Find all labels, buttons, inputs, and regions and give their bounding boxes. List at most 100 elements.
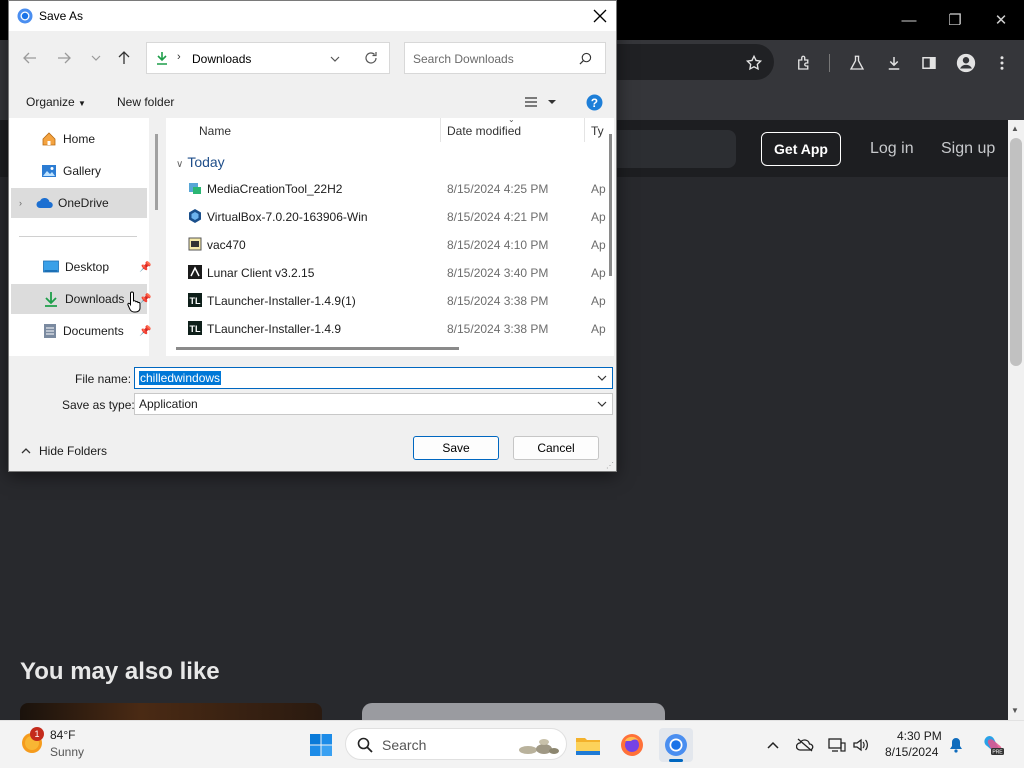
minimize-button[interactable]: — [886, 0, 932, 40]
nav-item-home[interactable]: Home [11, 124, 147, 154]
refresh-icon[interactable] [364, 51, 378, 65]
section-heading: You may also like [20, 658, 220, 685]
nav-item-gallery[interactable]: Gallery [11, 156, 147, 186]
chevron-down-icon[interactable] [330, 54, 340, 64]
chevron-down-icon[interactable] [596, 398, 608, 410]
breadcrumb-separator-icon: › [177, 51, 181, 63]
menu-icon[interactable] [988, 49, 1016, 77]
get-app-button[interactable]: Get App [761, 132, 841, 166]
breadcrumb-folder[interactable]: Downloads [192, 52, 251, 66]
active-app-indicator [669, 759, 683, 762]
cloud-offline-icon[interactable] [795, 735, 815, 755]
taskbar-search[interactable]: Search [345, 728, 567, 760]
view-options-button[interactable] [524, 96, 560, 108]
search-downloads-input[interactable]: Search Downloads [404, 42, 606, 74]
file-date: 8/15/2024 4:10 PM [447, 238, 549, 252]
help-icon[interactable]: ? [586, 94, 603, 111]
new-folder-button[interactable]: New folder [117, 95, 174, 109]
path-bar[interactable]: › Downloads [146, 42, 390, 74]
scroll-down-icon[interactable]: ▼ [1011, 706, 1019, 715]
clock-date[interactable]: 8/15/2024 [885, 745, 938, 759]
file-row[interactable]: Lunar Client v3.2.15 8/15/2024 3:40 PM A… [166, 259, 606, 287]
network-icon[interactable] [827, 735, 847, 755]
show-hidden-icons-icon[interactable] [763, 735, 783, 755]
search-icon [357, 737, 373, 753]
save-type-value: Application [139, 397, 198, 411]
file-date: 8/15/2024 3:40 PM [447, 266, 549, 280]
recommendation-card[interactable] [20, 703, 322, 721]
labs-icon[interactable] [843, 49, 871, 77]
file-date: 8/15/2024 3:38 PM [447, 294, 549, 308]
setup-icon [187, 236, 203, 252]
dialog-close-button[interactable] [587, 4, 613, 28]
chevron-right-icon[interactable]: › [19, 198, 22, 208]
file-name: Lunar Client v3.2.15 [207, 266, 315, 280]
column-header-type[interactable]: Ty [591, 124, 604, 138]
save-type-select[interactable]: Application [134, 393, 613, 415]
up-button[interactable] [111, 45, 137, 71]
home-icon [41, 131, 57, 147]
weather-temperature[interactable]: 84°F [50, 728, 75, 742]
nav-item-documents[interactable]: Documents 📌 [11, 316, 151, 346]
download-icon[interactable] [880, 49, 908, 77]
svg-text:TL: TL [190, 296, 201, 306]
chevron-down-icon[interactable] [596, 372, 608, 384]
file-row[interactable]: MediaCreationTool_22H2 8/15/2024 4:25 PM… [166, 175, 606, 203]
save-button[interactable]: Save [413, 436, 499, 460]
extensions-icon[interactable] [790, 49, 818, 77]
chrome-icon[interactable] [659, 728, 693, 762]
signup-link[interactable]: Sign up [941, 140, 995, 158]
file-row[interactable]: vac470 8/15/2024 4:10 PM Ap [166, 231, 606, 259]
weather-description[interactable]: Sunny [50, 745, 84, 759]
recent-locations-button[interactable] [83, 45, 109, 71]
resize-grip-icon[interactable]: ⋰ [606, 461, 614, 470]
pin-icon[interactable]: 📌 [139, 262, 151, 273]
windows-start-icon[interactable] [304, 728, 338, 762]
cancel-button[interactable]: Cancel [513, 436, 599, 460]
arrow-right-icon [58, 52, 71, 64]
forward-button[interactable] [51, 45, 77, 71]
virtualbox-icon [187, 208, 203, 224]
column-separator[interactable] [584, 118, 585, 142]
group-header-today[interactable]: ∨ Today [176, 154, 225, 170]
lunar-icon [187, 264, 203, 280]
column-separator[interactable] [440, 118, 441, 142]
close-window-button[interactable]: ✕ [978, 0, 1024, 40]
profile-icon[interactable] [952, 49, 980, 77]
restore-button[interactable]: ❐ [932, 0, 978, 40]
file-list-vscrollbar[interactable] [609, 134, 612, 276]
file-name-input[interactable]: chilledwindows [134, 367, 613, 389]
download-icon [155, 51, 169, 65]
file-row[interactable]: VirtualBox-7.0.20-163906-Win 8/15/2024 4… [166, 203, 606, 231]
file-row[interactable]: TL TLauncher-Installer-1.4.9(1) 8/15/202… [166, 287, 606, 315]
sidebar-icon[interactable] [915, 49, 943, 77]
search-placeholder: Search Downloads [413, 52, 514, 66]
copilot-icon[interactable]: PRE [981, 733, 1005, 757]
firefox-icon[interactable] [615, 728, 649, 762]
tlauncher-icon: TL [187, 292, 203, 308]
notification-bell-icon[interactable] [946, 735, 966, 755]
page-scrollbar-thumb[interactable] [1010, 138, 1022, 366]
login-link[interactable]: Log in [870, 140, 914, 158]
nav-pane-scrollbar[interactable] [155, 134, 158, 210]
volume-icon[interactable] [851, 735, 871, 755]
clock-time[interactable]: 4:30 PM [897, 729, 942, 743]
recommendation-card[interactable] [362, 703, 665, 721]
pin-icon[interactable]: 📌 [139, 326, 151, 337]
scroll-up-icon[interactable]: ▲ [1011, 124, 1019, 133]
nav-item-onedrive[interactable]: › OneDrive [11, 188, 147, 218]
column-header-date[interactable]: Date modified [447, 124, 521, 138]
hide-folders-button[interactable]: Hide Folders [21, 444, 107, 458]
column-header-name[interactable]: Name [199, 124, 231, 138]
file-list: Name ⌄ Date modified Ty ∨ Today MediaCrea… [166, 115, 614, 356]
nav-item-desktop[interactable]: Desktop 📌 [11, 252, 151, 282]
back-button[interactable] [17, 45, 43, 71]
file-list-hscrollbar[interactable] [176, 347, 459, 350]
star-icon[interactable] [740, 49, 768, 77]
file-type: Ap [591, 210, 606, 224]
site-search-input[interactable] [612, 130, 736, 168]
file-row[interactable]: TL TLauncher-Installer-1.4.9 8/15/2024 3… [166, 315, 606, 343]
search-highlight-icon [516, 734, 560, 756]
organize-button[interactable]: Organize ▼ [26, 95, 86, 109]
file-explorer-icon[interactable] [571, 728, 605, 762]
